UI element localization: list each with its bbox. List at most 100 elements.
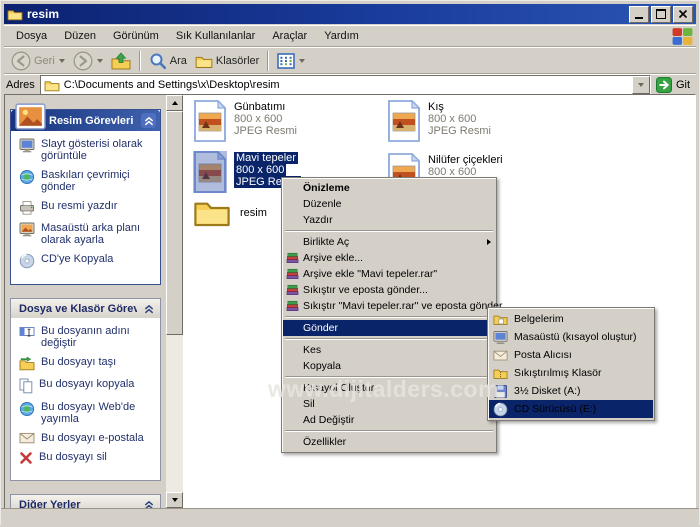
delete-x-icon <box>19 451 33 465</box>
task-pane-scrollbar[interactable] <box>166 95 183 508</box>
menu-item-sikistir-eposta[interactable]: Sıkıştır ve eposta gönder... <box>283 282 495 298</box>
close-button[interactable] <box>673 5 693 23</box>
task-label: Baskıları çevrimiçi gönder <box>41 169 130 193</box>
folder-tile-resim[interactable]: resim <box>193 197 267 228</box>
sendto-posta-alicisi[interactable]: Posta Alıcısı <box>489 346 653 364</box>
folder-name: resim <box>240 206 267 219</box>
desktop-icon <box>493 330 508 345</box>
address-folder-icon <box>44 79 60 92</box>
back-icon <box>11 51 31 71</box>
menu-item-label: Yazdır <box>303 214 333 226</box>
winrar-icon <box>286 283 299 296</box>
publish-web-globe-icon <box>19 401 35 417</box>
window-title: resim <box>27 7 60 21</box>
menu-item-label: 3½ Disket (A:) <box>514 385 581 397</box>
address-dropdown-icon <box>638 83 645 87</box>
task-publish-web[interactable]: Bu dosyayı Web'de yayımla <box>19 401 156 425</box>
standard-toolbar: Geri Ara Klasörler <box>4 47 696 74</box>
menu-item-label: Kes <box>303 344 322 356</box>
scroll-down-button[interactable] <box>166 492 183 508</box>
menu-sik-kullanilanlar[interactable]: Sık Kullanılanlar <box>168 27 264 45</box>
menu-item-ozellikler[interactable]: Özellikler <box>283 434 495 450</box>
title-bar[interactable]: resim <box>4 4 696 24</box>
menu-item-duzenle[interactable]: Düzenle <box>283 196 495 212</box>
file-dimensions: 800 x 600 <box>234 113 283 125</box>
collapse-chevron-icon[interactable] <box>141 301 156 316</box>
menu-item-label: Sıkıştırılmış Klasör <box>514 367 602 379</box>
panel-other-places-header[interactable]: Diğer Yerler <box>11 495 160 508</box>
menu-item-sil[interactable]: Sil <box>283 396 495 412</box>
menu-item-arsive-ekle[interactable]: Arşive ekle... <box>283 250 495 266</box>
sendto-cd-surucusu-e[interactable]: CD Sürücüsü (E:) <box>489 400 653 418</box>
slideshow-icon <box>19 138 35 153</box>
minimize-button[interactable] <box>629 5 649 23</box>
forward-button[interactable] <box>69 49 107 73</box>
task-print-picture[interactable]: Bu resmi yazdır <box>19 200 156 215</box>
task-move-file[interactable]: Bu dosyayı taşı <box>19 356 156 371</box>
file-tile-kis[interactable]: Kış 800 x 600 JPEG Resmi <box>387 100 491 142</box>
winrar-icon <box>286 251 299 264</box>
task-email-file[interactable]: Bu dosyayı e-postala <box>19 432 156 444</box>
go-button[interactable]: Git <box>656 77 694 93</box>
maximize-icon <box>656 9 666 19</box>
menu-item-kisayol-olustur[interactable]: Kısayol Oluştur <box>283 380 495 396</box>
email-icon <box>19 432 35 444</box>
menu-bar: Dosya Düzen Görünüm Sık Kullanılanlar Ar… <box>4 25 696 46</box>
menu-item-birlikte-ac[interactable]: Birlikte Aç <box>283 234 495 250</box>
scroll-up-button[interactable] <box>166 95 183 111</box>
back-button[interactable]: Geri <box>7 49 69 73</box>
send-to-submenu: Belgelerim Masaüstü (kısayol oluştur) Po… <box>487 307 655 421</box>
desktop-strip <box>1 508 699 527</box>
menu-duzen[interactable]: Düzen <box>56 27 104 45</box>
task-copy-to-cd[interactable]: CD'ye Kopyala <box>19 253 156 269</box>
task-label: Bu dosyayı kopyala <box>39 378 135 390</box>
menu-item-label: Sıkıştır ve eposta gönder... <box>303 284 428 296</box>
menu-dosya[interactable]: Dosya <box>8 27 55 45</box>
file-dimensions: 800 x 600 <box>428 113 477 125</box>
address-input[interactable]: C:\Documents and Settings\x\Desktop\resi… <box>39 75 651 95</box>
menu-item-kes[interactable]: Kes <box>283 342 495 358</box>
winrar-icon <box>286 299 299 312</box>
task-set-wallpaper[interactable]: Masaüstü arka planı olarak ayarla <box>19 222 156 246</box>
task-delete-file[interactable]: Bu dosyayı sil <box>19 451 156 465</box>
sendto-masaustu[interactable]: Masaüstü (kısayol oluştur) <box>489 328 653 346</box>
menu-gorunum[interactable]: Görünüm <box>105 27 167 45</box>
rename-icon <box>19 325 35 338</box>
sendto-belgelerim[interactable]: Belgelerim <box>489 310 653 328</box>
collapse-chevron-icon[interactable] <box>141 113 156 128</box>
task-copy-file[interactable]: Bu dosyayı kopyala <box>19 378 156 394</box>
scrollbar-thumb[interactable] <box>166 111 183 335</box>
panel-file-folder-tasks-header[interactable]: Dosya ve Klasör Görevleri <box>11 299 160 318</box>
menu-item-ad-degistir[interactable]: Ad Değiştir <box>283 412 495 428</box>
up-button[interactable] <box>107 50 135 72</box>
views-dropdown-icon <box>299 59 306 63</box>
menu-item-arsive-ekle-rar[interactable]: Arşive ekle "Mavi tepeler.rar" <box>283 266 495 282</box>
sendto-disket-a[interactable]: 3½ Disket (A:) <box>489 382 653 400</box>
views-icon <box>277 53 295 69</box>
menu-yardim[interactable]: Yardım <box>316 27 367 45</box>
sendto-sikistirilmis-klasor[interactable]: Sıkıştırılmış Klasör <box>489 364 653 382</box>
task-view-slideshow[interactable]: Slayt gösterisi olarak görüntüle <box>19 138 156 162</box>
address-dropdown-button[interactable] <box>631 76 650 94</box>
task-order-prints[interactable]: Baskıları çevrimiçi gönder <box>19 169 156 193</box>
file-type: JPEG Resmi <box>428 125 491 137</box>
menu-araclar[interactable]: Araçlar <box>264 27 315 45</box>
collapse-chevron-icon[interactable] <box>141 497 156 508</box>
menu-item-onizleme[interactable]: Önizleme <box>283 180 495 196</box>
submenu-arrow-icon <box>487 239 491 245</box>
jpeg-file-icon <box>193 100 227 142</box>
menu-item-yazdir[interactable]: Yazdır <box>283 212 495 228</box>
folders-button[interactable]: Klasörler <box>191 52 263 71</box>
menu-item-label: Arşive ekle... <box>303 252 364 264</box>
file-tile-gunbatimi[interactable]: Günbatımı 800 x 600 JPEG Resmi <box>193 100 297 142</box>
folder-icon <box>193 197 231 228</box>
search-button[interactable]: Ara <box>145 50 191 72</box>
menu-item-sikistir-rar-eposta[interactable]: Sıkıştır "Mavi tepeler.rar" ve eposta gö… <box>283 298 502 314</box>
task-label: Bu resmi yazdır <box>41 200 118 212</box>
task-rename-file[interactable]: Bu dosyanın adını değiştir <box>19 325 156 349</box>
menu-item-kopyala[interactable]: Kopyala <box>283 358 495 374</box>
maximize-button[interactable] <box>651 5 671 23</box>
views-button[interactable] <box>273 51 309 71</box>
menu-item-gonder[interactable]: Gönder <box>283 320 495 336</box>
menu-item-label: Belgelerim <box>514 313 564 325</box>
